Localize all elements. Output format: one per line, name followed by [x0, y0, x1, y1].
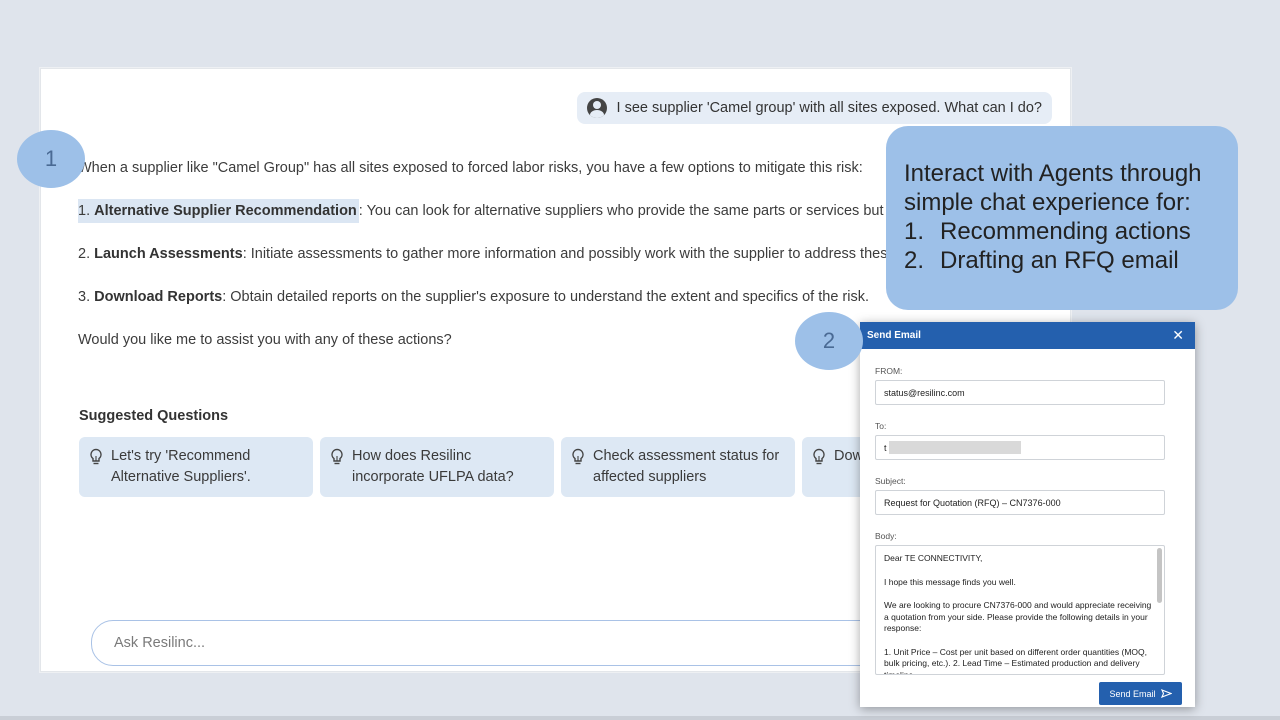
lightbulb-icon — [90, 448, 102, 465]
body-label: Body: — [875, 531, 897, 541]
lightbulb-icon — [813, 448, 825, 465]
send-email-button[interactable]: Send Email — [1099, 682, 1182, 705]
subject-field[interactable]: Request for Quotation (RFQ) – CN7376-000 — [875, 490, 1165, 515]
close-icon[interactable]: ✕ — [1172, 327, 1184, 344]
callout-heading: Interact with Agents through simple chat… — [904, 160, 1202, 216]
page-bottom-divider — [0, 716, 1280, 720]
user-avatar-icon — [586, 98, 607, 118]
modal-header: Send Email ✕ — [860, 322, 1195, 349]
modal-body: FROM: status@resilinc.com To: t Subject:… — [860, 366, 1195, 675]
suggested-questions-title: Suggested Questions — [79, 408, 229, 424]
lightbulb-icon — [331, 448, 343, 465]
from-label: FROM: — [875, 366, 903, 376]
callout-item: 2. Drafting an RFQ email — [904, 247, 1179, 274]
highlighted-option-title: 1. Alternative Supplier Recommendation — [78, 199, 359, 223]
body-scrollbar[interactable] — [1157, 548, 1162, 603]
user-message-text: I see supplier 'Camel group' with all si… — [616, 100, 1042, 116]
from-field[interactable]: status@resilinc.com — [875, 380, 1165, 405]
suggestion-chip[interactable]: Check assessment status for affected sup… — [561, 437, 795, 497]
chat-input[interactable] — [114, 635, 910, 651]
chat-input-box[interactable] — [91, 620, 911, 666]
step-badge-1: 1 — [17, 130, 85, 188]
to-label: To: — [875, 421, 887, 431]
send-email-modal: Send Email ✕ FROM: status@resilinc.com T… — [860, 322, 1195, 707]
suggestion-chip[interactable]: How does Resilinc incorporate UFLPA data… — [320, 437, 554, 497]
suggestion-chip[interactable]: Let's try 'Recommend Alternative Supplie… — [79, 437, 313, 497]
user-message-bubble: I see supplier 'Camel group' with all si… — [576, 92, 1052, 124]
feature-callout: Interact with Agents through simple chat… — [886, 126, 1238, 310]
to-field[interactable]: t — [875, 435, 1165, 460]
lightbulb-icon — [572, 448, 584, 465]
step-badge-2: 2 — [795, 312, 863, 370]
send-icon — [1160, 689, 1172, 698]
body-field[interactable]: Dear TE CONNECTIVITY, I hope this messag… — [875, 545, 1165, 675]
modal-title: Send Email — [867, 330, 921, 341]
subject-label: Subject: — [875, 476, 906, 486]
callout-list: 1. Recommending actions 2. Drafting an RFQ… — [904, 217, 1220, 275]
redacted-recipient — [888, 441, 1021, 454]
callout-item: 1. Recommending actions — [904, 218, 1191, 245]
